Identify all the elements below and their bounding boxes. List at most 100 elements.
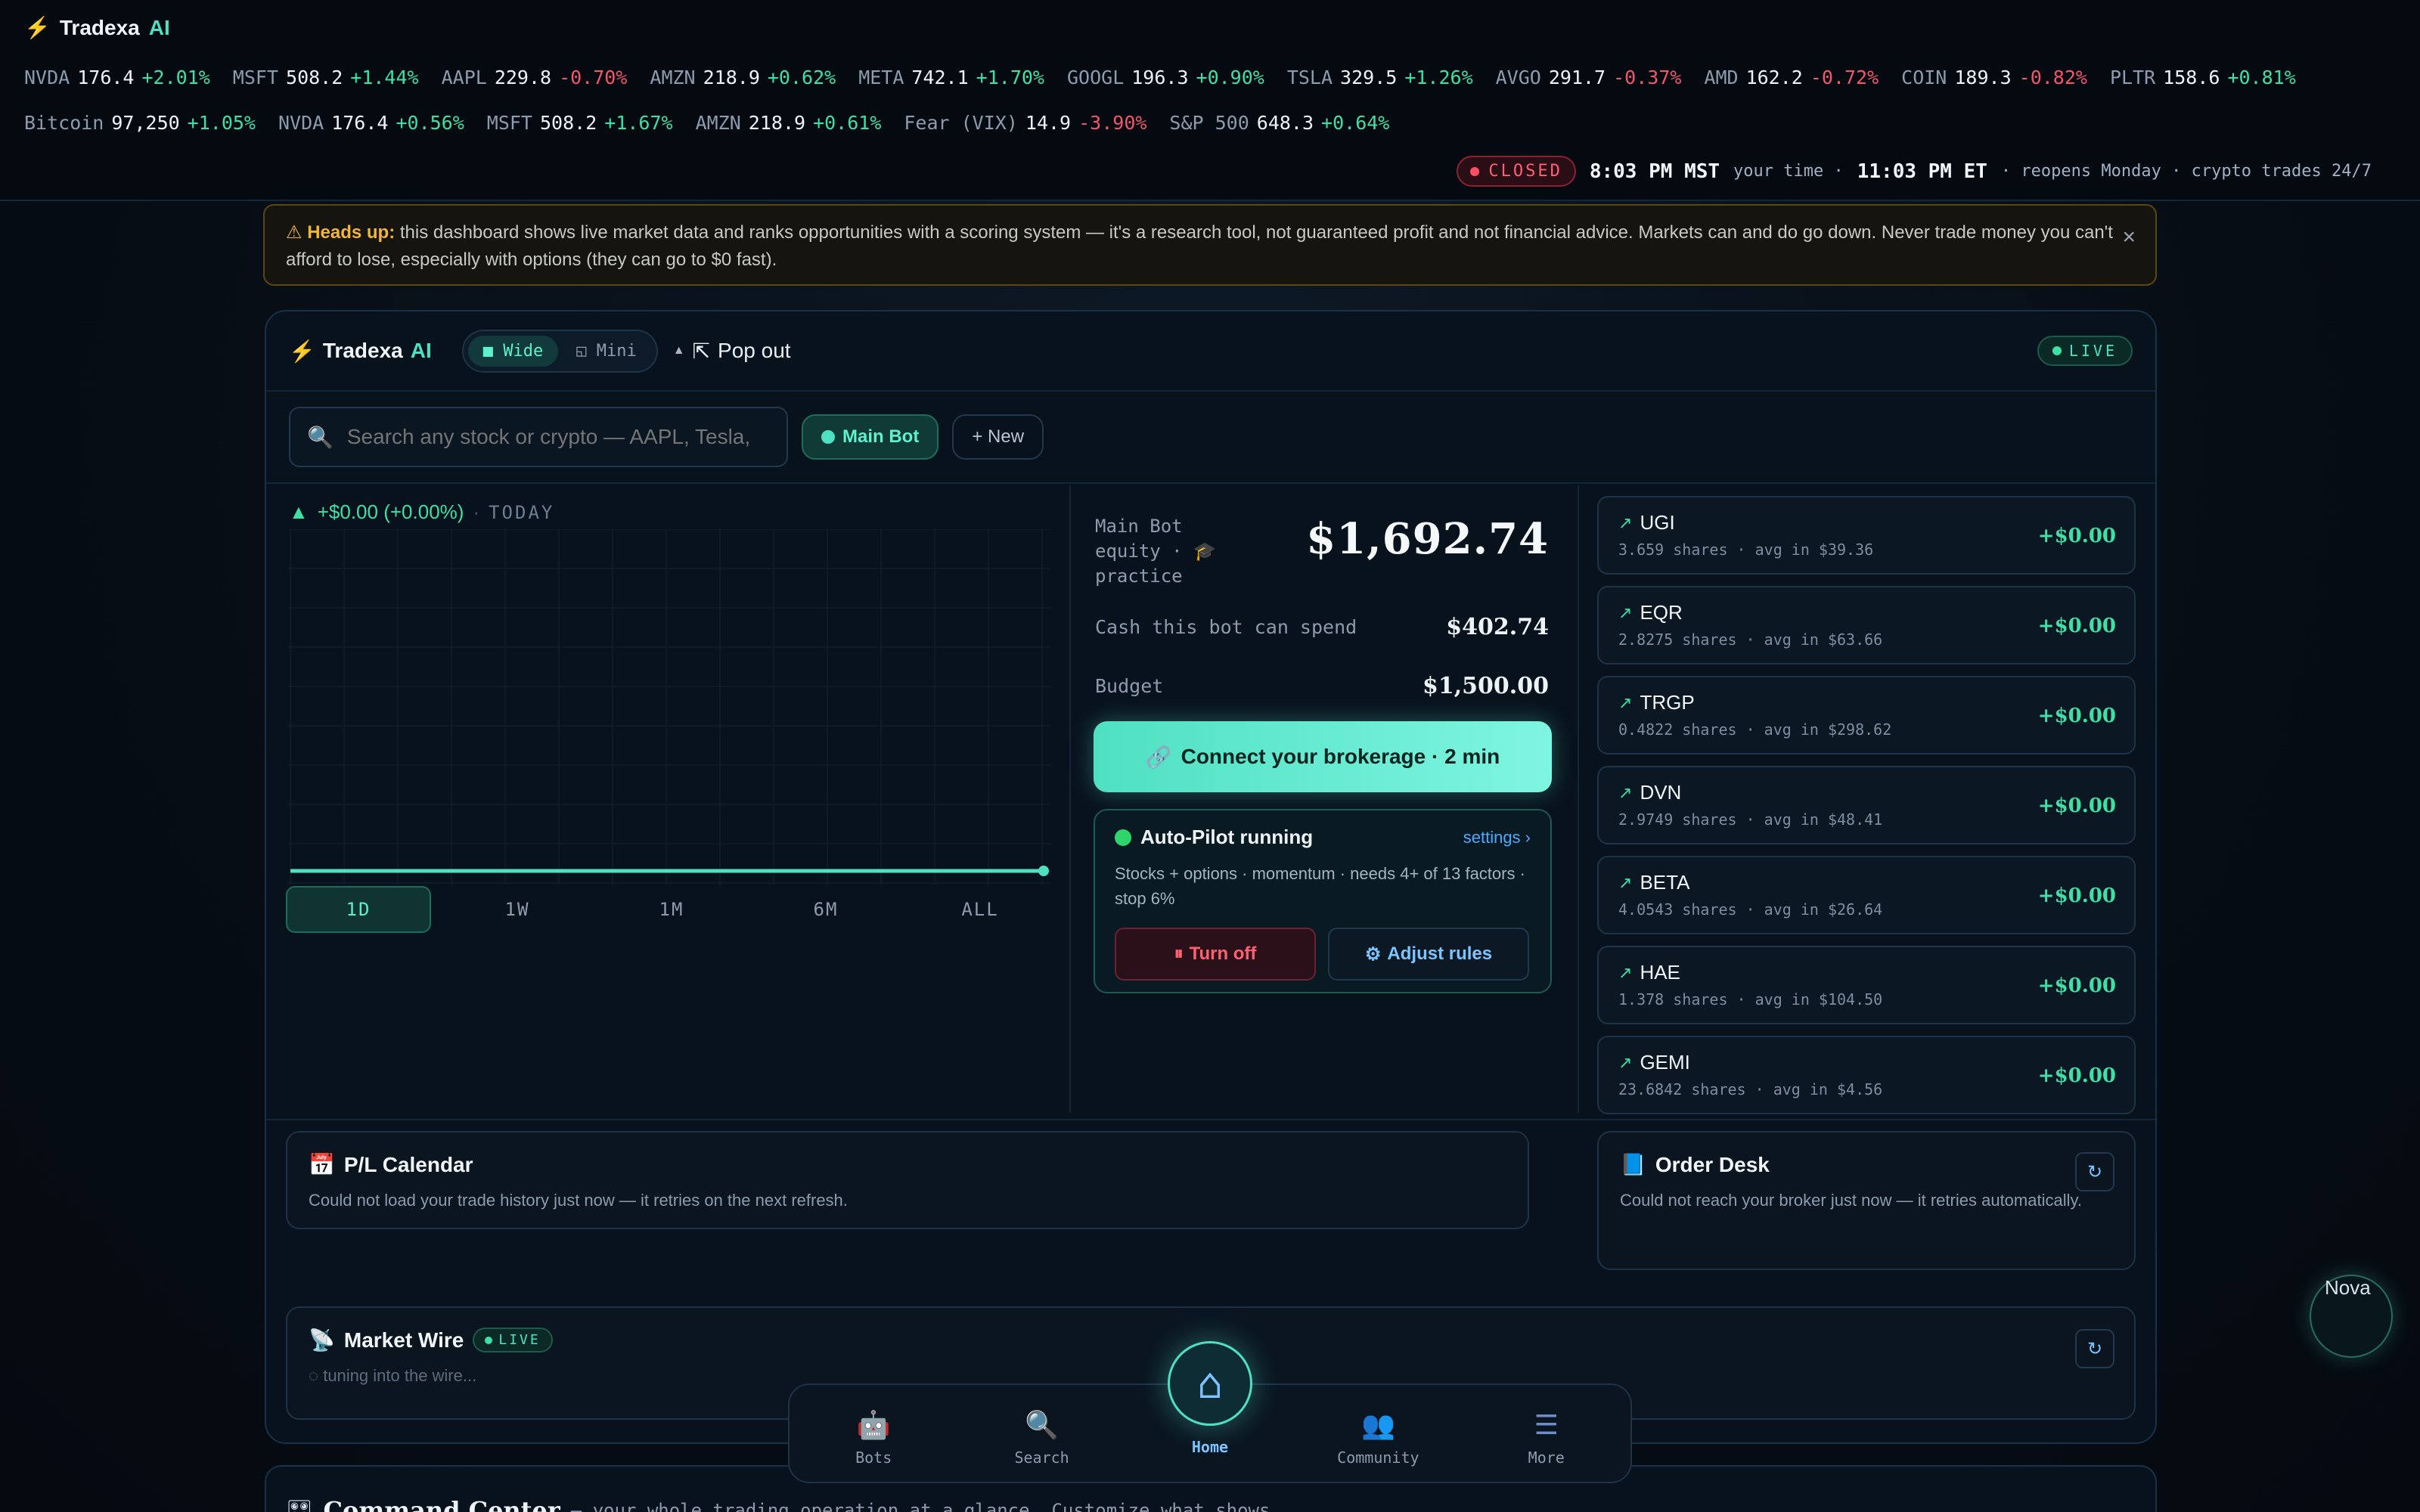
ticker-symbol: META [858, 67, 904, 88]
range-1w-button[interactable]: 1W [440, 886, 594, 933]
spinner-icon: ◌ [309, 1366, 319, 1385]
community-icon: 👥 [1360, 1410, 1395, 1441]
search-input[interactable] [346, 425, 770, 449]
pause-icon: ⏸ [1174, 943, 1184, 964]
ticker-symbol: AMD [1704, 67, 1739, 88]
nav-bots-button[interactable]: 🤖 Bots [821, 1409, 926, 1467]
refresh-icon[interactable]: ↻ [2075, 1329, 2114, 1368]
equity-chart-section: ▲ +$0.00 (+0.00%) · TODAY 1D 1W 1M 6M ALL [266, 485, 1071, 1113]
ticker-symbol: AMZN [650, 67, 696, 88]
ticker-item[interactable]: AAPL 229.8 -0.70% [442, 67, 628, 88]
position-symbol: EQR [1640, 601, 1683, 624]
popout-button[interactable]: ▲ ⇱ Pop out [673, 339, 791, 364]
ticker-item[interactable]: AMZN 218.9 +0.61% [696, 112, 882, 134]
range-6m-button[interactable]: 6M [749, 886, 903, 933]
ticker-symbol: GOOGL [1066, 67, 1125, 88]
nav-home-button[interactable]: ⌂ Home [1157, 1341, 1263, 1456]
cash-value: $402.74 [1446, 614, 1549, 640]
top-brand[interactable]: ⚡ Tradexa AI [24, 15, 170, 40]
ticker-change: -0.70% [559, 67, 628, 88]
ticker-item[interactable]: Fear (VIX) 14.9 -3.90% [904, 112, 1146, 134]
position-symbol: HAE [1640, 961, 1680, 984]
autopilot-card: Auto-Pilot running settings › Stocks + o… [1094, 809, 1552, 993]
position-symbol: TRGP [1640, 691, 1695, 714]
view-wide-button[interactable]: ■ Wide [467, 335, 559, 367]
position-pl: +$0.00 [2037, 1064, 2116, 1087]
ticker-row-1: NVDA 176.4 +2.01% MSFT 508.2 +1.44% AAPL 229.8-… [24, 67, 2296, 88]
ticker-change: +1.70% [976, 67, 1044, 88]
ticker-symbol: MSFT [486, 112, 532, 134]
ticker-change: +0.90% [1196, 67, 1264, 88]
menu-icon: ☰ [1534, 1410, 1559, 1441]
equity-value: $1,692.74 [1306, 514, 1549, 564]
ticker-item[interactable]: COIN 189.3 -0.82% [1901, 67, 2087, 88]
ticker-change: +2.01% [141, 67, 210, 88]
ticker-symbol: AAPL [441, 67, 487, 88]
ticker-item[interactable]: Bitcoin 97,250 +1.05% [24, 112, 256, 134]
ticker-price: 196.3 [1131, 67, 1189, 88]
refresh-icon[interactable]: ↻ [2075, 1152, 2114, 1191]
search-box[interactable]: 🔍 [289, 407, 788, 467]
ticker-symbol: PLTR [2109, 67, 2156, 88]
ticker-change: +0.56% [396, 112, 464, 134]
adjust-rules-button[interactable]: ⚙ Adjust rules [1328, 928, 1529, 981]
position-symbol: BETA [1640, 871, 1690, 894]
search-icon: 🔍 [1025, 1410, 1059, 1441]
nav-community-button[interactable]: 👥 Community [1325, 1409, 1431, 1467]
divider [266, 1119, 2155, 1120]
ticker-item[interactable]: META 742.1 +1.70% [858, 67, 1044, 88]
range-all-button[interactable]: ALL [903, 886, 1057, 933]
ticker-item[interactable]: MSFT 508.2 +1.44% [233, 67, 419, 88]
ticker-item[interactable]: S&P 500 648.3 +0.64% [1169, 112, 1389, 134]
trend-up-icon: ↗ [1618, 782, 1633, 802]
heads-up-banner: ⚠ Heads up: this dashboard shows live ma… [263, 204, 2157, 286]
ticker-item[interactable]: MSFT 508.2 +1.67% [487, 112, 673, 134]
connect-brokerage-button[interactable]: 🔗 Connect your brokerage · 2 min [1094, 721, 1552, 792]
nova-label: Nova [2325, 1276, 2371, 1299]
ticker-item[interactable]: NVDA 176.4 +0.56% [278, 112, 464, 134]
bottom-nav: 🤖 Bots 🔍 Search ⌂ Home 👥 Community ☰ More [788, 1341, 1632, 1483]
ticker-item[interactable]: TSLA 329.5 +1.26% [1287, 67, 1473, 88]
position-row[interactable]: ↗ EQR 2.8275 shares · avg in $63.66 +$0.00 [1597, 586, 2136, 665]
position-row[interactable]: ↗ HAE 1.378 shares · avg in $104.50 +$0.00 [1597, 946, 2136, 1024]
position-row[interactable]: ↗ GEMI 23.6842 shares · avg in $4.56 +$0.00 [1597, 1036, 2136, 1114]
view-mini-button[interactable]: ◱ Mini [561, 336, 651, 367]
position-row[interactable]: ↗ BETA 4.0543 shares · avg in $26.64 +$0.00 [1597, 856, 2136, 934]
ticker-item[interactable]: GOOGL 196.3 +0.90% [1067, 67, 1264, 88]
main-bot-chip[interactable]: Main Bot [802, 414, 939, 460]
position-pl: +$0.00 [2037, 525, 2116, 547]
autopilot-settings-link[interactable]: settings › [1463, 828, 1531, 847]
ticker-price: 291.7 [1548, 67, 1606, 88]
range-1d-button[interactable]: 1D [286, 886, 431, 933]
bot-panel: ⚡ Tradexa AI ■ Wide ◱ Mini ▲ ⇱ Pop out L… [265, 310, 2157, 1444]
ticker-price: 229.8 [494, 67, 552, 88]
nova-assistant-button[interactable]: Nova [2310, 1275, 2393, 1358]
ticker-item[interactable]: AMZN 218.9 +0.62% [650, 67, 836, 88]
today-change: ▲ +$0.00 (+0.00%) · TODAY [289, 500, 555, 523]
nav-search-button[interactable]: 🔍 Search [989, 1409, 1095, 1467]
ticker-item[interactable]: AVGO 291.7 -0.37% [1496, 67, 1682, 88]
ticker-item[interactable]: AMD 162.2 -0.72% [1704, 67, 1879, 88]
turn-off-button[interactable]: ⏸ Turn off [1115, 928, 1316, 981]
position-pl: +$0.00 [2037, 795, 2116, 817]
ticker-change: -0.82% [2018, 67, 2087, 88]
position-row[interactable]: ↗ UGI 3.659 shares · avg in $39.36 +$0.00 [1597, 496, 2136, 575]
ticker-item[interactable]: PLTR 158.6 +0.81% [2110, 67, 2296, 88]
bolt-icon: ⚡ [24, 16, 51, 39]
position-row[interactable]: ↗ TRGP 0.4822 shares · avg in $298.62 +$0.0… [1597, 676, 2136, 754]
range-1m-button[interactable]: 1M [594, 886, 749, 933]
position-row[interactable]: ↗ DVN 2.9749 shares · avg in $48.41 +$0.00 [1597, 766, 2136, 844]
ticker-symbol: Fear (VIX) [904, 112, 1018, 134]
control-knobs-icon: 🎛 [286, 1498, 313, 1512]
warning-icon: ⚠ [286, 222, 302, 243]
bolt-icon: ⚡ [289, 339, 315, 363]
new-bot-button[interactable]: + New [952, 414, 1044, 460]
position-pl: +$0.00 [2037, 705, 2116, 727]
document-icon: 📘 [1620, 1153, 1646, 1176]
ticker-change: +1.44% [350, 67, 419, 88]
position-pl: +$0.00 [2037, 885, 2116, 907]
ticker-item[interactable]: NVDA 176.4 +2.01% [24, 67, 210, 88]
nav-more-button[interactable]: ☰ More [1494, 1410, 1599, 1467]
close-icon[interactable]: × [2122, 224, 2136, 251]
popout-icon: ⇱ [692, 339, 711, 363]
